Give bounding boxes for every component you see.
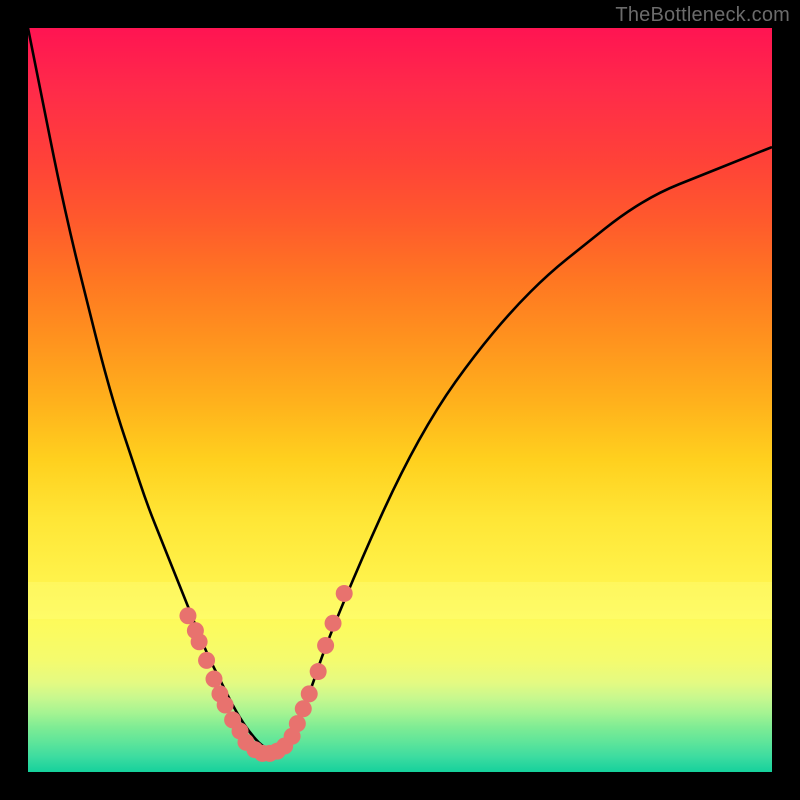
highlight-dot (310, 663, 327, 680)
watermark-text: TheBottleneck.com (615, 4, 790, 27)
highlight-dot (336, 585, 353, 602)
highlight-dot (301, 685, 318, 702)
plot-area (28, 28, 772, 772)
highlight-dot (217, 697, 234, 714)
curve-svg (28, 28, 772, 772)
highlight-dot (295, 700, 312, 717)
highlight-dot (289, 715, 306, 732)
highlight-dot (206, 671, 223, 688)
bottleneck-curve (28, 28, 772, 750)
highlight-dot (198, 652, 215, 669)
highlight-dot (325, 615, 342, 632)
highlight-dot (179, 607, 196, 624)
highlight-dot (317, 637, 334, 654)
highlight-dots-group (179, 585, 352, 762)
highlight-dot (191, 633, 208, 650)
chart-frame: TheBottleneck.com (0, 0, 800, 800)
